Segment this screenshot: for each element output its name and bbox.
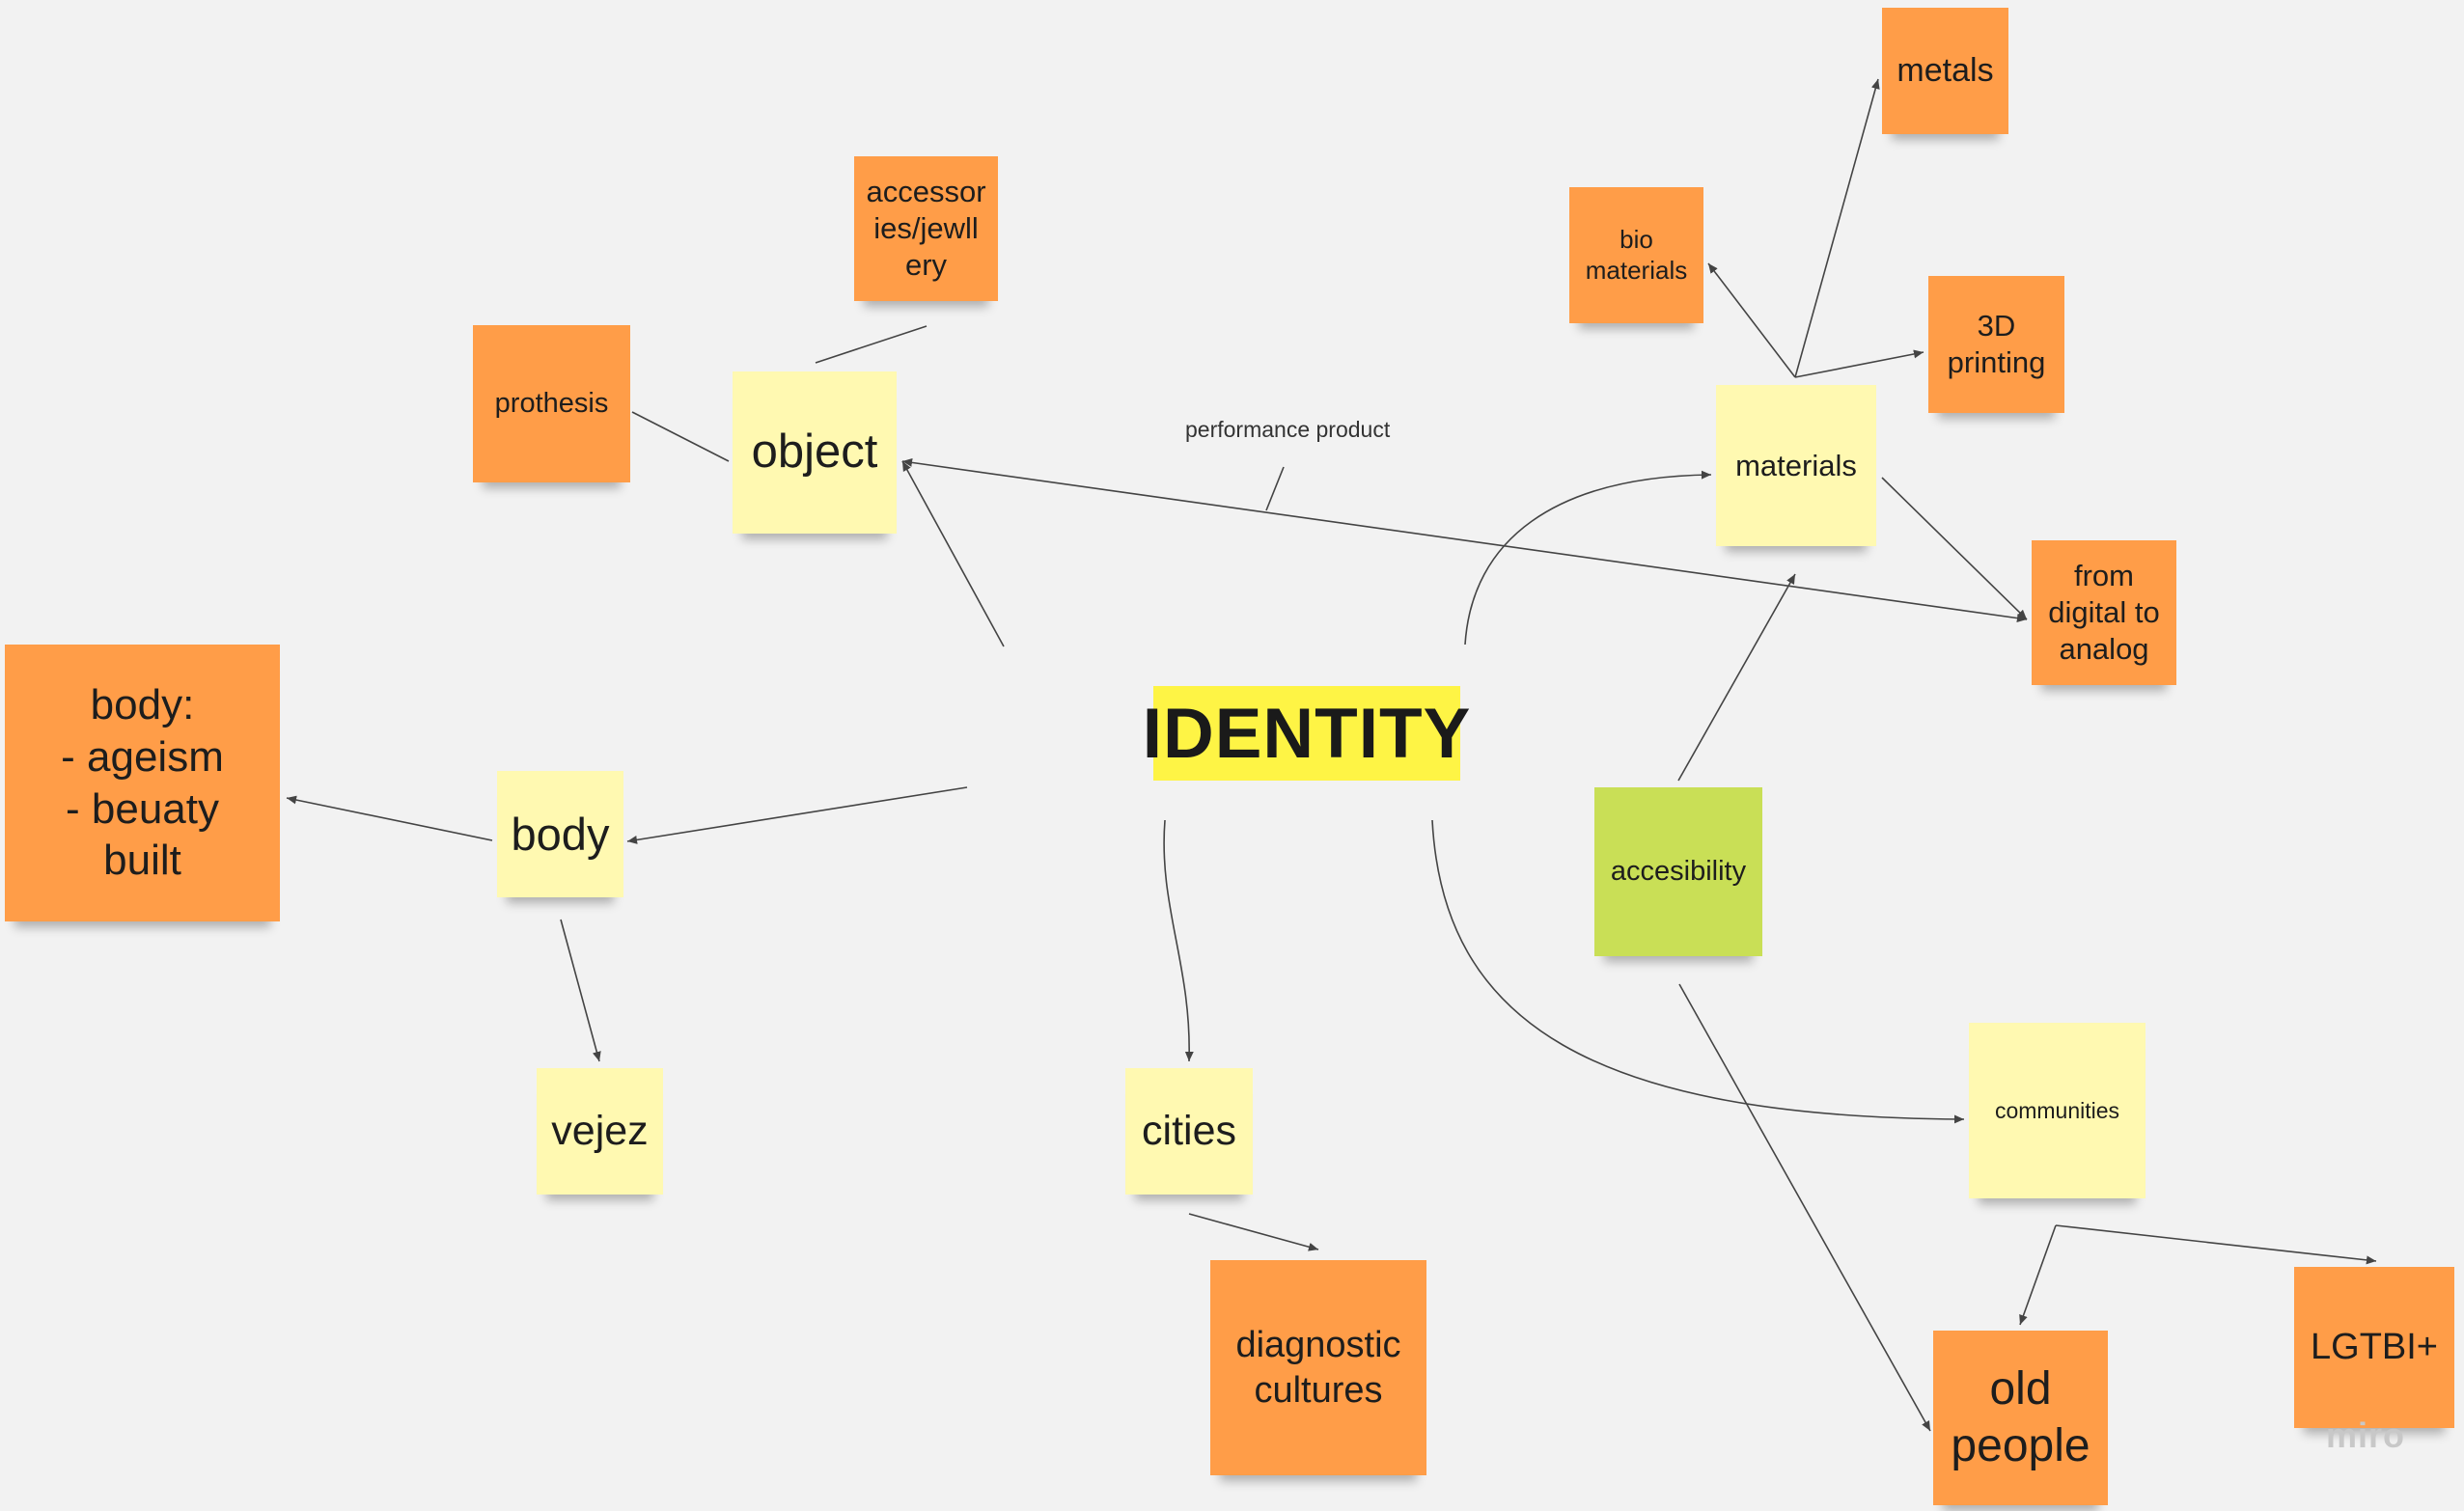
sticky-note-vejez[interactable]: vejez [537,1068,663,1195]
connector-object-accessories[interactable] [815,325,927,364]
sticky-note-old-people[interactable]: old people [1933,1331,2108,1505]
connector-label-tick[interactable] [1265,466,1285,511]
connector-materials-printing[interactable] [1794,349,1924,378]
connector-identity-object[interactable] [901,460,1005,647]
connector-identity-body[interactable] [626,786,968,844]
central-topic[interactable]: IDENTITY [1143,686,1470,781]
sticky-note-communities[interactable]: communities [1969,1023,2146,1198]
sticky-note-object[interactable]: object [733,371,897,534]
sticky-note-materials[interactable]: materials [1716,385,1876,546]
connector-communities-lgtbi[interactable] [2055,1224,2377,1265]
sticky-note-cities[interactable]: cities [1125,1068,1253,1195]
sticky-note-lgtbi[interactable]: LGTBI+ [2294,1267,2454,1428]
connector-body-detail[interactable] [286,795,493,841]
connector-identity-cities[interactable] [1163,819,1194,1062]
sticky-note-prothesis[interactable]: prothesis [473,325,630,482]
connector-materials-digital[interactable] [1881,477,2028,620]
connector-accesibility-oldpeople[interactable] [1678,983,1931,1432]
sticky-note-digital-to-analog[interactable]: from digital to analog [2032,540,2176,685]
connector-body-vejez[interactable] [560,919,601,1062]
connector-label: performance product [1185,417,1391,442]
sticky-note-metals[interactable]: metals [1882,8,2008,134]
sticky-note-body-detail[interactable]: body: - ageism - beuaty built [5,645,280,921]
connector-accesibility-materials[interactable] [1677,573,1796,782]
mindmap-board[interactable]: performance product IDENTITY accessor ie… [0,0,2464,1511]
connector-identity-materials[interactable] [1464,470,1712,646]
connector-materials-metals[interactable] [1794,78,1880,378]
miro-logo: miro [2326,1415,2406,1455]
sticky-note-accesibility[interactable]: accesibility [1594,787,1762,956]
sticky-note-diagnostic-cultures[interactable]: diagnostic cultures [1210,1260,1426,1475]
connector-communities-oldpeople[interactable] [2019,1224,2057,1326]
connector-cities-diagnostic[interactable] [1188,1213,1319,1251]
connector-object-prothesis[interactable] [631,411,730,462]
connector-materials-bio[interactable] [1707,262,1796,378]
sticky-note-body[interactable]: body [497,771,623,897]
sticky-note-accessories[interactable]: accessor ies/jewll ery [854,156,998,301]
sticky-note-bio-materials[interactable]: bio materials [1569,187,1703,323]
sticky-note-3d-printing[interactable]: 3D printing [1928,276,2064,413]
